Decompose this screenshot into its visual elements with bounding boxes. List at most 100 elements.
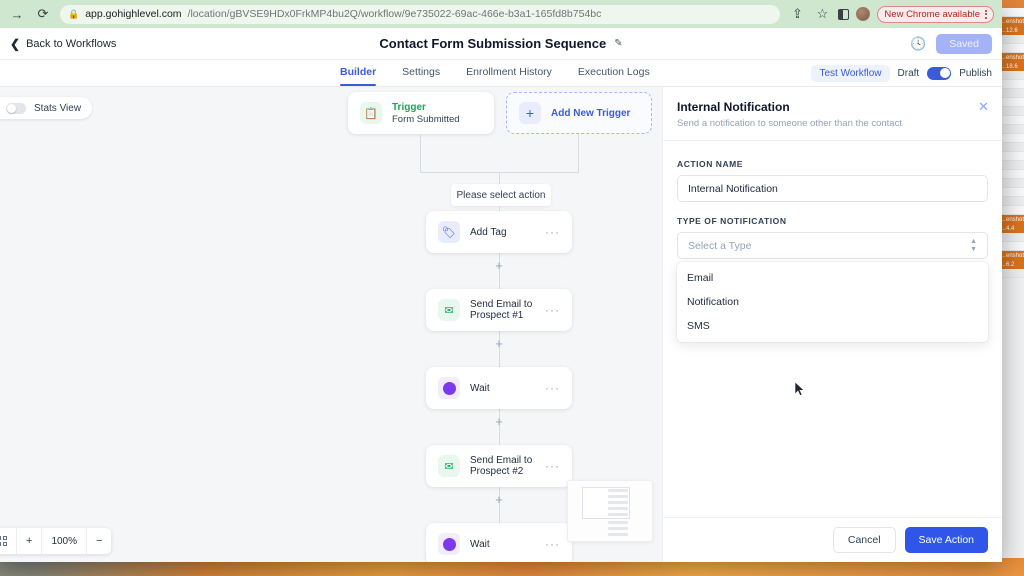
bg-window-row: [999, 125, 1024, 134]
envelope-icon: ✉: [438, 455, 460, 477]
publish-toggle[interactable]: [927, 66, 952, 80]
add-step-icon[interactable]: +: [492, 258, 506, 273]
action-name-input[interactable]: [677, 175, 988, 202]
kebab-menu-icon[interactable]: [985, 9, 987, 19]
mouse-cursor: [795, 382, 805, 396]
bg-window-row: [999, 152, 1024, 161]
close-icon[interactable]: ✕: [978, 100, 989, 113]
minimap-bar: [608, 533, 628, 536]
panel-subtitle: Send a notification to someone other tha…: [677, 118, 902, 129]
minimap-bar: [608, 495, 628, 498]
back-to-workflows-link[interactable]: ❮ Back to Workflows: [10, 37, 116, 51]
header-actions: 🕓 Saved: [910, 33, 992, 54]
saved-button[interactable]: Saved: [936, 33, 992, 54]
save-action-button[interactable]: Save Action: [904, 527, 988, 553]
connector-line: [499, 172, 500, 184]
reload-icon[interactable]: ⟳: [34, 5, 52, 23]
type-option-email[interactable]: Email: [677, 266, 988, 290]
panel-body: ACTION NAME TYPE OF NOTIFICATION Select …: [663, 141, 1002, 517]
workflow-canvas[interactable]: Stats View 📋 Trigger Form Submitted + Ad…: [0, 87, 662, 562]
minimap-bar: [608, 501, 628, 504]
node-menu-icon[interactable]: ···: [545, 460, 560, 472]
new-chrome-available-chip[interactable]: New Chrome available: [877, 5, 994, 23]
node-wait-2-label: Wait: [470, 538, 490, 550]
bg-window-row: [999, 44, 1024, 53]
type-select-placeholder: Select a Type: [688, 239, 752, 252]
action-settings-panel: Internal Notification Send a notificatio…: [662, 87, 1002, 562]
stats-view-toggle-knob: [7, 103, 16, 113]
address-bar[interactable]: 🔒 app.gohighlevel.com/location/gBVSE9HDx…: [60, 4, 781, 24]
node-wait-1-label: Wait: [470, 382, 490, 394]
add-new-trigger-label: Add New Trigger: [551, 107, 631, 119]
please-select-action-chip[interactable]: Please select action: [451, 184, 551, 206]
zoom-in-button[interactable]: +: [17, 528, 43, 554]
tab-settings[interactable]: Settings: [402, 60, 440, 86]
tab-settings-label: Settings: [402, 66, 441, 78]
node-send-email-1[interactable]: ✉ Send Email to Prospect #1 ···: [426, 289, 572, 331]
bg-window-row: [999, 179, 1024, 188]
stats-view-toggle[interactable]: [6, 102, 26, 114]
minimap-bar: [608, 521, 628, 524]
node-menu-icon[interactable]: ···: [545, 226, 560, 238]
profile-avatar[interactable]: [856, 7, 871, 21]
node-send-email-1-label: Send Email to Prospect #1: [470, 299, 533, 321]
publish-toggle-knob: [939, 68, 950, 78]
tab-builder[interactable]: Builder: [340, 60, 377, 86]
tab-enrollment-history[interactable]: Enrollment History: [466, 60, 552, 86]
action-name-label: ACTION NAME: [677, 159, 744, 169]
bg-window-item-size: …12.6: [999, 27, 1024, 35]
clock-icon: [438, 533, 460, 555]
fit-screen-icon[interactable]: [0, 528, 17, 554]
bg-window-item-size: …4.4: [999, 225, 1024, 233]
split-view-icon[interactable]: [838, 8, 850, 20]
add-step-icon[interactable]: +: [492, 414, 506, 429]
stats-view-toggle-pill[interactable]: Stats View: [0, 97, 92, 119]
bg-window-row: [999, 233, 1024, 242]
bg-window-row: [999, 143, 1024, 152]
bg-window-row: [999, 170, 1024, 179]
minimap-bar: [608, 527, 628, 530]
forward-icon[interactable]: →: [8, 5, 26, 23]
cancel-button[interactable]: Cancel: [832, 527, 896, 553]
node-menu-icon[interactable]: ···: [545, 304, 560, 316]
type-of-notification-select[interactable]: Select a Type ▲ ▼: [677, 232, 988, 259]
tabs-right-actions: Test Workflow Draft Publish: [811, 60, 992, 86]
node-menu-icon[interactable]: ···: [545, 538, 560, 550]
canvas-minimap[interactable]: [567, 480, 653, 542]
node-wait-1[interactable]: Wait ···: [426, 367, 572, 409]
add-step-icon[interactable]: +: [492, 492, 506, 507]
add-step-icon[interactable]: +: [492, 336, 506, 351]
new-chrome-label: New Chrome available: [884, 8, 980, 20]
share-icon[interactable]: ⇪: [788, 5, 806, 23]
history-clock-icon[interactable]: 🕓: [910, 36, 926, 52]
bg-window-row: [999, 80, 1024, 89]
node-add-tag[interactable]: 🏷 Add Tag ···: [426, 211, 572, 253]
node-send-email-2[interactable]: ✉ Send Email to Prospect #2 ···: [426, 445, 572, 487]
type-of-notification-label: TYPE OF NOTIFICATION: [677, 216, 787, 226]
tab-execution-logs[interactable]: Execution Logs: [578, 60, 650, 86]
type-option-sms[interactable]: SMS: [677, 314, 988, 338]
bg-window-row: [999, 242, 1024, 251]
stats-view-label: Stats View: [34, 102, 82, 114]
browser-toolbar: → ⟳ 🔒 app.gohighlevel.com/location/gBVSE…: [0, 0, 1002, 28]
type-select-dropdown[interactable]: Email Notification SMS: [677, 262, 988, 342]
node-menu-icon[interactable]: ···: [545, 382, 560, 394]
bg-window-row: [999, 206, 1024, 215]
node-trigger[interactable]: 📋 Trigger Form Submitted: [348, 92, 494, 134]
bg-window-row: [999, 269, 1024, 278]
page-title: Contact Form Submission Sequence: [379, 36, 607, 51]
zoom-out-button[interactable]: −: [87, 528, 111, 554]
bookmark-star-icon[interactable]: ☆: [813, 5, 831, 23]
app-header: ❮ Back to Workflows Contact Form Submiss…: [0, 28, 1002, 60]
bg-window-row: [999, 98, 1024, 107]
tab-builder-label: Builder: [340, 66, 377, 78]
url-path: /location/gBVSE9HDx0FrkMP4bu2Q/workflow/…: [187, 8, 602, 20]
trigger-subtitle: Form Submitted: [392, 113, 460, 125]
type-option-notification[interactable]: Notification: [677, 290, 988, 314]
draft-label: Draft: [897, 67, 920, 79]
add-new-trigger-button[interactable]: + Add New Trigger: [506, 92, 652, 134]
test-workflow-button[interactable]: Test Workflow: [811, 64, 890, 82]
node-wait-2[interactable]: Wait ···: [426, 523, 572, 562]
edit-pencil-icon[interactable]: ✎: [614, 38, 622, 49]
bg-window-row: [999, 71, 1024, 80]
